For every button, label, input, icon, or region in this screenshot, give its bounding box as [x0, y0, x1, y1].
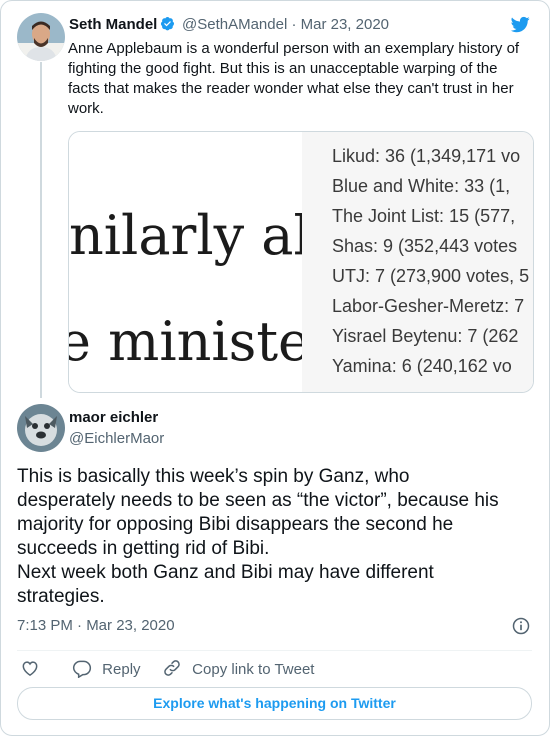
- copy-link-label: Copy link to Tweet: [192, 661, 315, 678]
- thread-line: [40, 62, 42, 398]
- person-avatar-icon: [17, 13, 65, 61]
- tweet-text-line: Next week both Ganz and Bibi may have di…: [17, 562, 434, 583]
- dog-avatar-icon: [17, 404, 65, 452]
- copy-link-button[interactable]: Copy link to Tweet: [162, 658, 314, 678]
- tweet-text: This is basically this week’s spin by Ga…: [17, 465, 537, 609]
- quoted-author-avatar[interactable]: [17, 13, 65, 61]
- tweet-text-line: strategies.: [17, 586, 105, 607]
- party-result: Likud: 36 (1,349,171 vo: [332, 146, 521, 166]
- info-icon[interactable]: [511, 616, 531, 636]
- party-result: Yamina: 6 (240,162 vo: [332, 356, 512, 376]
- explore-twitter-button[interactable]: Explore what's happening on Twitter: [17, 687, 532, 720]
- tweet-text-line: majority for opposing Bibi disappears th…: [17, 514, 454, 535]
- verified-badge-icon: [161, 16, 175, 31]
- tweet-text-line: desperately needs to be seen as “the vic…: [17, 490, 499, 511]
- party-result: UTJ: 7 (273,900 votes, 5: [332, 266, 530, 286]
- tweet-text-line: This is basically this week’s spin by Ga…: [17, 466, 410, 487]
- reply-button[interactable]: Reply: [72, 658, 141, 679]
- divider: [17, 650, 532, 651]
- image-text-line: e ministe: [68, 310, 311, 373]
- party-result: Shas: 9 (352,443 votes: [332, 236, 518, 256]
- reply-icon: [72, 660, 92, 679]
- heart-icon: [22, 661, 38, 676]
- reply-label: Reply: [102, 661, 141, 678]
- quoted-author-name[interactable]: Seth Mandel: [69, 16, 175, 33]
- like-button[interactable]: [20, 658, 40, 678]
- link-icon: [164, 660, 180, 676]
- party-result: Yisrael Beytenu: 7 (262: [332, 326, 519, 346]
- party-result: The Joint List: 15 (577,: [332, 206, 516, 226]
- quoted-handle-date[interactable]: @SethAMandel · Mar 23, 2020: [182, 16, 389, 33]
- party-result: Labor-Gesher-Meretz: 7: [332, 296, 525, 316]
- twitter-logo-icon[interactable]: [509, 15, 532, 34]
- tweet-timestamp[interactable]: 7:13 PM · Mar 23, 2020: [17, 617, 175, 634]
- author-avatar[interactable]: [17, 404, 65, 452]
- image-right-panel: Likud: 36 (1,349,171 vo Blue and White: …: [302, 132, 533, 392]
- image-left-panel: nilarly ab e ministe: [69, 132, 328, 392]
- author-name[interactable]: maor eichler: [69, 409, 158, 426]
- tweet-text-line: succeeds in getting rid of Bibi.: [17, 538, 270, 559]
- party-result: Blue and White: 33 (1,: [332, 176, 511, 196]
- quoted-tweet-image[interactable]: nilarly ab e ministe Likud: 36 (1,349,17…: [68, 131, 534, 393]
- image-text-line: nilarly ab: [69, 204, 329, 267]
- quoted-tweet-text: Anne Applebaum is a wonderful person wit…: [68, 40, 520, 117]
- author-handle[interactable]: @EichlerMaor: [69, 430, 164, 447]
